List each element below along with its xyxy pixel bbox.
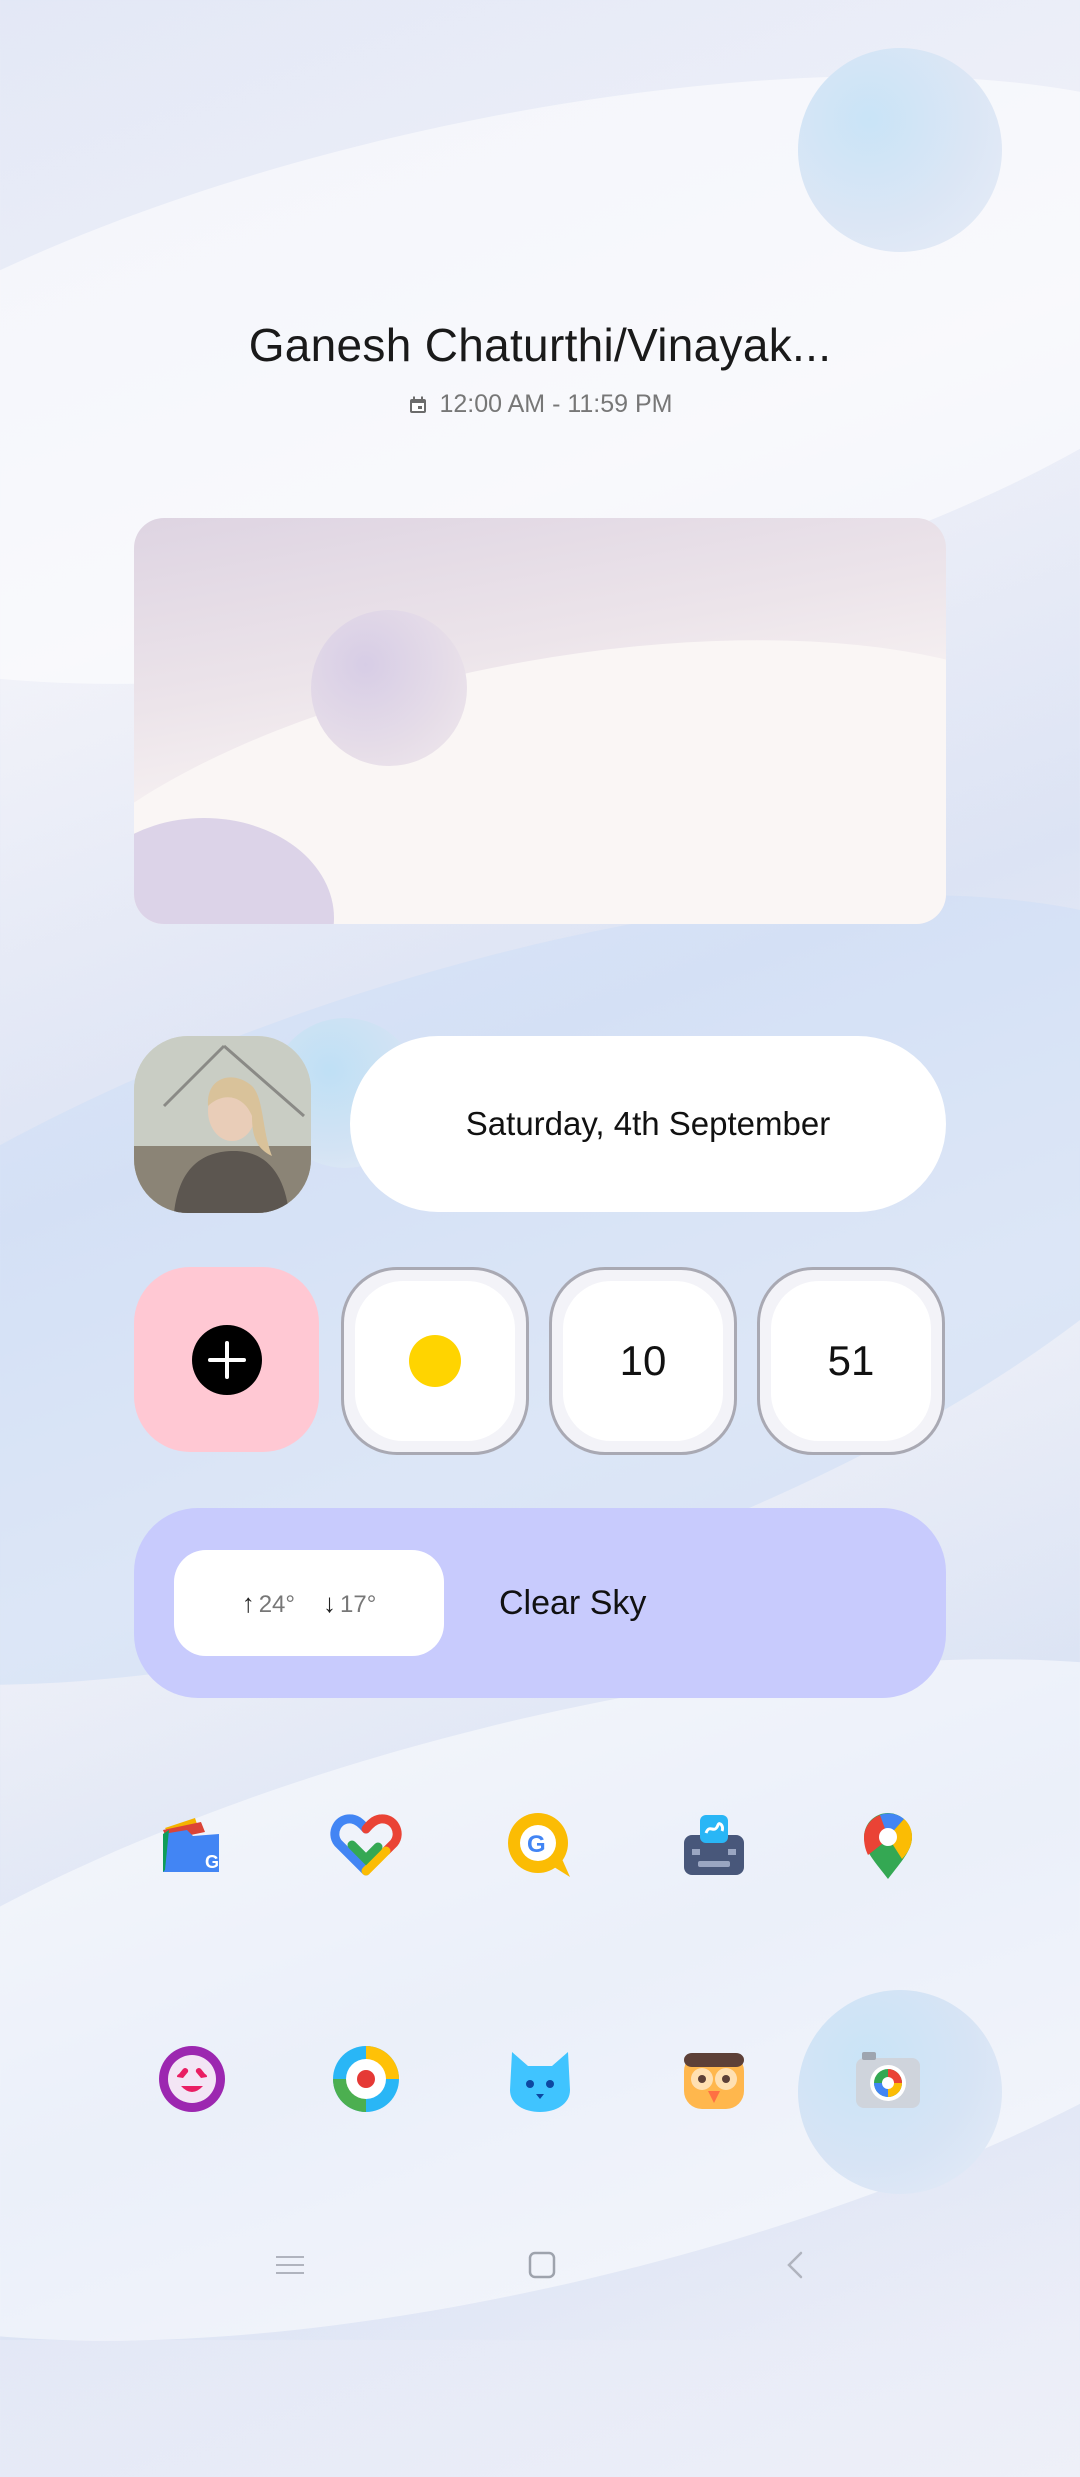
google-go-icon[interactable]: G: [500, 1805, 580, 1885]
home-nav-button[interactable]: [522, 2245, 562, 2285]
photo-widget[interactable]: [134, 518, 946, 924]
cat-app-icon[interactable]: [500, 2039, 580, 2119]
clock-hour: 10: [563, 1281, 723, 1441]
event-time-row[interactable]: 12:00 AM - 11:59 PM: [0, 390, 1080, 419]
low-temp: ↓ 17°: [323, 1588, 376, 1619]
date-label: Saturday, 4th September: [465, 1105, 831, 1142]
low-temp-value: 17°: [340, 1590, 377, 1618]
high-temp-value: 24°: [258, 1590, 295, 1618]
menu-nav-button[interactable]: [270, 2245, 310, 2285]
contact-avatar[interactable]: [134, 1036, 311, 1213]
svg-text:G: G: [205, 1852, 219, 1872]
menu-icon: [276, 2256, 304, 2274]
emoji-app-icon[interactable]: [152, 2039, 232, 2119]
owl-app-icon[interactable]: [674, 2039, 754, 2119]
portrait-image: [134, 1036, 311, 1213]
sun-tile-inner: [355, 1281, 515, 1441]
photo-sphere: [311, 610, 467, 766]
screen-recorder-icon[interactable]: [326, 2039, 406, 2119]
add-widget-button[interactable]: [134, 1267, 319, 1452]
arrow-up-icon: ↑: [241, 1587, 255, 1618]
event-time: 12:00 AM - 11:59 PM: [439, 390, 673, 418]
arrow-down-icon: ↓: [323, 1587, 336, 1618]
plus-icon: [191, 1324, 262, 1395]
temperature-range: ↑ 24° ↓ 17°: [174, 1550, 444, 1656]
svg-text:G: G: [527, 1831, 546, 1858]
calendar-icon: [409, 396, 426, 413]
gboard-icon[interactable]: [674, 1805, 754, 1885]
weather-widget[interactable]: ↑ 24° ↓ 17° Clear Sky: [134, 1508, 946, 1698]
camera-icon[interactable]: [848, 2039, 928, 2119]
sun-tile[interactable]: [341, 1267, 529, 1455]
background-sphere: [798, 48, 1002, 252]
event-title[interactable]: Ganesh Chaturthi/Vinayak...: [0, 318, 1080, 372]
back-nav-button[interactable]: [775, 2245, 815, 2285]
google-fit-icon[interactable]: [326, 1805, 406, 1885]
weather-condition: Clear Sky: [499, 1583, 647, 1622]
back-chevron-icon: [787, 2251, 803, 2279]
clock-minute-tile[interactable]: 51: [757, 1267, 945, 1455]
date-widget[interactable]: Saturday, 4th September: [350, 1036, 946, 1212]
google-maps-icon[interactable]: [848, 1805, 928, 1885]
files-by-google-icon[interactable]: G: [152, 1805, 232, 1885]
sun-icon: [409, 1335, 461, 1387]
high-temp: ↑ 24°: [242, 1588, 295, 1619]
clock-minute: 51: [771, 1281, 931, 1441]
home-square-icon: [528, 2251, 556, 2279]
clock-hour-tile[interactable]: 10: [549, 1267, 737, 1455]
